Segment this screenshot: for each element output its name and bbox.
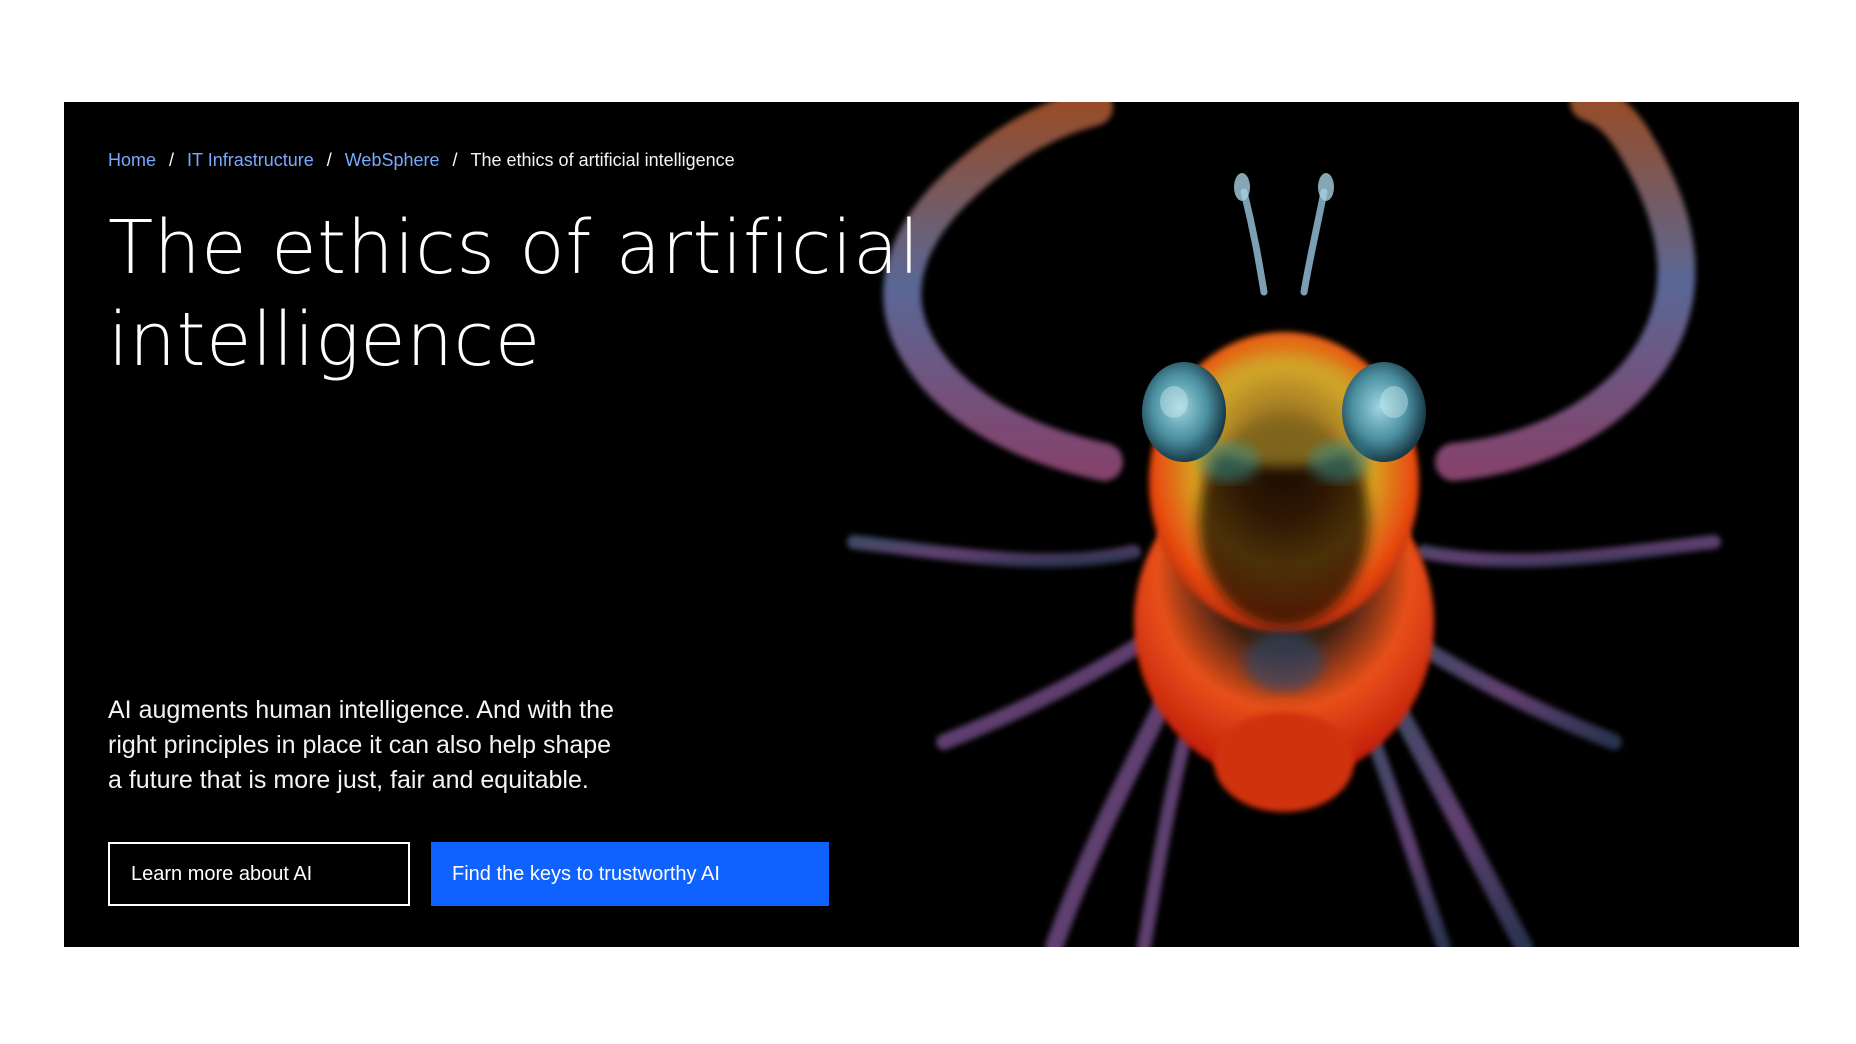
breadcrumb-separator: / — [326, 150, 332, 170]
page-title-line-2: intelligence — [108, 297, 541, 383]
breadcrumb-link-home[interactable]: Home — [108, 150, 156, 171]
breadcrumb-current-page: The ethics of artificial intelligence — [470, 150, 735, 170]
hero-description-line-3: a future that is more just, fair and equ… — [108, 766, 589, 794]
hero-description-line-1: AI augments human intelligence. And with… — [108, 696, 614, 724]
trustworthy-ai-button-label: Find the keys to trustworthy AI — [452, 862, 720, 885]
breadcrumb-separator: / — [452, 150, 458, 170]
learn-more-button[interactable]: Learn more about AI — [108, 842, 410, 906]
page-title-line-1: The ethics of artificial — [108, 205, 920, 291]
breadcrumb-link-it-infrastructure[interactable]: IT Infrastructure — [187, 150, 314, 171]
breadcrumb: Home / IT Infrastructure / WebSphere / T… — [108, 150, 735, 171]
breadcrumb-separator: / — [169, 150, 175, 170]
page-title: The ethics of artificial intelligence — [108, 202, 928, 386]
trustworthy-ai-button[interactable]: Find the keys to trustworthy AI — [431, 842, 829, 906]
hero-description: AI augments human intelligence. And with… — [108, 693, 728, 798]
hero-banner: Home / IT Infrastructure / WebSphere / T… — [64, 102, 1799, 947]
hero-description-line-2: right principles in place it can also he… — [108, 731, 612, 759]
breadcrumb-link-websphere[interactable]: WebSphere — [345, 150, 440, 171]
learn-more-button-label: Learn more about AI — [131, 862, 313, 885]
